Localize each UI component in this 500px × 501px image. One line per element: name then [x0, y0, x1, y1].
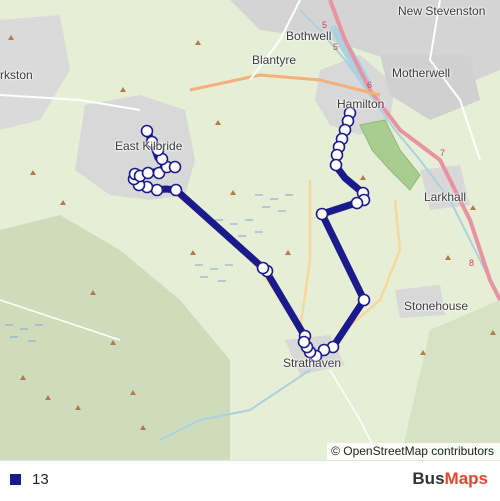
bus-stop-marker[interactable]	[315, 207, 329, 221]
place-label-larkhall: Larkhall	[424, 190, 467, 204]
place-label-new-stevenston: New Stevenston	[398, 4, 486, 18]
place-label-east-kilbride: East Kilbride	[115, 139, 183, 153]
bus-stop-marker[interactable]	[141, 166, 155, 180]
place-label-strathaven: Strathaven	[283, 356, 342, 370]
bus-stop-marker[interactable]	[140, 124, 154, 138]
road-shield: 8	[469, 258, 474, 268]
bus-stop-marker[interactable]	[256, 261, 270, 275]
bus-stop-marker[interactable]	[169, 183, 183, 197]
place-label-bothwell: Bothwell	[286, 29, 332, 43]
route-label: 13	[32, 471, 49, 488]
busmaps-logo[interactable]: BusMaps	[412, 469, 488, 489]
place-label-stonehouse: Stonehouse	[404, 299, 469, 313]
road-shield: 7	[440, 148, 445, 158]
place-label-airdrie-edge: rkston	[0, 68, 33, 82]
bus-stop-marker[interactable]	[168, 160, 182, 174]
map-attribution[interactable]: © OpenStreetMap contributors	[327, 443, 500, 460]
place-label-hamilton: Hamilton	[337, 97, 385, 111]
bus-stop-marker[interactable]	[357, 293, 371, 307]
map-area[interactable]: 5 5 6 7 8 New Stevenston Bothwell rkston…	[0, 0, 500, 460]
brand-maps: Maps	[444, 469, 488, 488]
road-shield: 6	[367, 80, 372, 90]
bus-stop-marker[interactable]	[329, 158, 343, 172]
route-color-swatch	[10, 474, 21, 485]
road-shield: 5	[333, 42, 338, 52]
bus-stop-marker[interactable]	[350, 196, 364, 210]
bus-stop-marker[interactable]	[297, 335, 311, 349]
brand-bus: Bus	[412, 469, 445, 488]
place-label-blantyre: Blantyre	[252, 53, 297, 67]
place-label-motherwell: Motherwell	[392, 66, 451, 80]
